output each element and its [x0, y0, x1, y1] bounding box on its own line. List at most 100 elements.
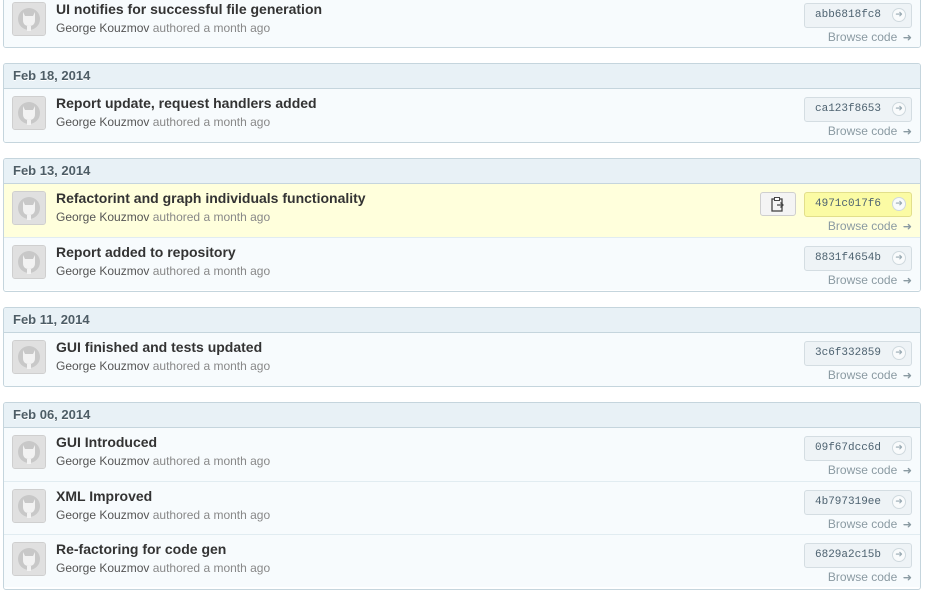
commit-when: authored a month ago [152, 21, 271, 35]
arrow-right-circle-icon: ➜ [892, 495, 906, 509]
commit-sha-button[interactable]: 6829a2c15b ➜ [804, 543, 912, 568]
commit-author[interactable]: George Kouzmov [56, 508, 149, 522]
commit-row: GUI Introduced George Kouzmov authored a… [4, 428, 920, 481]
commit-group: Feb 13, 2014 Refactorint and graph indiv… [3, 158, 921, 292]
browse-code-label: Browse code [827, 517, 898, 531]
browse-code-label: Browse code [827, 30, 898, 44]
browse-code-link[interactable]: Browse code ➜ [828, 30, 912, 44]
browse-code-link[interactable]: Browse code ➜ [828, 517, 912, 531]
browse-code-link[interactable]: Browse code ➜ [828, 570, 912, 584]
commit-author[interactable]: George Kouzmov [56, 454, 149, 468]
commit-when: authored a month ago [152, 454, 271, 468]
commit-sha: 4971c017f6 [815, 198, 882, 210]
clipboard-icon [771, 197, 784, 212]
browse-code-label: Browse code [827, 570, 898, 584]
octocat-avatar-icon[interactable] [12, 340, 46, 374]
arrow-right-circle-icon: ➜ [892, 346, 906, 360]
octocat-avatar-icon[interactable] [12, 542, 46, 576]
copy-sha-button[interactable] [760, 192, 796, 216]
octocat-avatar-icon[interactable] [12, 2, 46, 36]
commit-meta: George Kouzmov authored a month ago [56, 561, 270, 575]
commit-when: authored a month ago [152, 359, 271, 373]
commit-row: Re-factoring for code gen George Kouzmov… [4, 534, 920, 587]
commit-author[interactable]: George Kouzmov [56, 210, 149, 224]
octocat-avatar-icon[interactable] [12, 191, 46, 225]
commit-row: Report added to repository George Kouzmo… [4, 237, 920, 290]
commit-sha: 6829a2c15b [815, 549, 882, 561]
commit-meta: George Kouzmov authored a month ago [56, 359, 270, 373]
commit-title[interactable]: UI notifies for successful file generati… [56, 1, 322, 17]
commit-sha-button[interactable]: ca123f8653 ➜ [804, 97, 912, 122]
arrow-right-icon: ➜ [899, 369, 912, 382]
commit-sha: abb6818fc8 [815, 9, 882, 21]
commit-group: Feb 18, 2014 Report update, request hand… [3, 63, 921, 143]
commit-sha-button[interactable]: 8831f4654b ➜ [804, 246, 912, 271]
commit-author[interactable]: George Kouzmov [56, 359, 149, 373]
commit-when: authored a month ago [152, 264, 271, 278]
browse-code-label: Browse code [827, 219, 898, 233]
commit-sha: 8831f4654b [815, 252, 882, 264]
arrow-right-icon: ➜ [899, 274, 912, 287]
arrow-right-icon: ➜ [899, 518, 912, 531]
commit-title[interactable]: Report added to repository [56, 244, 236, 260]
commit-row: Refactorint and graph individuals functi… [4, 184, 920, 237]
commit-author[interactable]: George Kouzmov [56, 561, 149, 575]
octocat-avatar-icon[interactable] [12, 96, 46, 130]
octocat-avatar-icon[interactable] [12, 489, 46, 523]
commit-date-header: Feb 18, 2014 [4, 64, 920, 89]
commit-sha: 4b797319ee [815, 496, 882, 508]
commit-title[interactable]: Re-factoring for code gen [56, 541, 226, 557]
commit-row: XML Improved George Kouzmov authored a m… [4, 481, 920, 534]
commit-title[interactable]: GUI finished and tests updated [56, 339, 262, 355]
commit-date-header: Feb 13, 2014 [4, 159, 920, 184]
commit-title[interactable]: XML Improved [56, 488, 152, 504]
commit-sha-button[interactable]: abb6818fc8 ➜ [804, 3, 912, 28]
browse-code-link[interactable]: Browse code ➜ [828, 219, 912, 233]
octocat-avatar-icon[interactable] [12, 245, 46, 279]
commit-meta: George Kouzmov authored a month ago [56, 115, 270, 129]
arrow-right-icon: ➜ [899, 464, 912, 477]
commit-sha: 3c6f332859 [815, 347, 882, 359]
arrow-right-circle-icon: ➜ [892, 102, 906, 116]
commit-row: GUI finished and tests updated George Ko… [4, 333, 920, 386]
arrow-right-icon: ➜ [899, 571, 912, 584]
commit-meta: George Kouzmov authored a month ago [56, 210, 270, 224]
browse-code-link[interactable]: Browse code ➜ [828, 368, 912, 382]
octocat-avatar-icon[interactable] [12, 435, 46, 469]
commit-date-header: Feb 11, 2014 [4, 308, 920, 333]
arrow-right-icon: ➜ [899, 31, 912, 44]
commit-date-header: Feb 06, 2014 [4, 403, 920, 428]
commit-title[interactable]: Report update, request handlers added [56, 95, 317, 111]
arrow-right-circle-icon: ➜ [892, 441, 906, 455]
arrow-right-circle-icon: ➜ [892, 197, 906, 211]
commit-meta: George Kouzmov authored a month ago [56, 21, 270, 35]
browse-code-link[interactable]: Browse code ➜ [828, 124, 912, 138]
commit-sha: 09f67dcc6d [815, 442, 882, 454]
browse-code-link[interactable]: Browse code ➜ [828, 273, 912, 287]
arrow-right-icon: ➜ [899, 125, 912, 138]
commit-sha-button[interactable]: 3c6f332859 ➜ [804, 341, 912, 366]
browse-code-link[interactable]: Browse code ➜ [828, 463, 912, 477]
commit-when: authored a month ago [152, 561, 271, 575]
commit-group: Feb 06, 2014 GUI Introduced George Kouzm… [3, 402, 921, 590]
browse-code-label: Browse code [827, 368, 898, 382]
arrow-right-circle-icon: ➜ [892, 548, 906, 562]
commit-group: Feb 11, 2014 GUI finished and tests upda… [3, 307, 921, 387]
commit-row: UI notifies for successful file generati… [4, 0, 920, 47]
commit-sha-button[interactable]: 4971c017f6 ➜ [804, 192, 912, 217]
commit-sha-button[interactable]: 09f67dcc6d ➜ [804, 436, 912, 461]
commit-when: authored a month ago [152, 210, 271, 224]
commit-author[interactable]: George Kouzmov [56, 264, 149, 278]
commit-when: authored a month ago [152, 115, 271, 129]
arrow-right-circle-icon: ➜ [892, 8, 906, 22]
commit-sha-button[interactable]: 4b797319ee ➜ [804, 490, 912, 515]
browse-code-label: Browse code [827, 463, 898, 477]
commit-author[interactable]: George Kouzmov [56, 115, 149, 129]
commit-group: UI notifies for successful file generati… [3, 0, 921, 48]
commit-title[interactable]: Refactorint and graph individuals functi… [56, 190, 366, 206]
commit-meta: George Kouzmov authored a month ago [56, 264, 270, 278]
commit-meta: George Kouzmov authored a month ago [56, 508, 270, 522]
commit-when: authored a month ago [152, 508, 271, 522]
commit-author[interactable]: George Kouzmov [56, 21, 149, 35]
commit-title[interactable]: GUI Introduced [56, 434, 157, 450]
